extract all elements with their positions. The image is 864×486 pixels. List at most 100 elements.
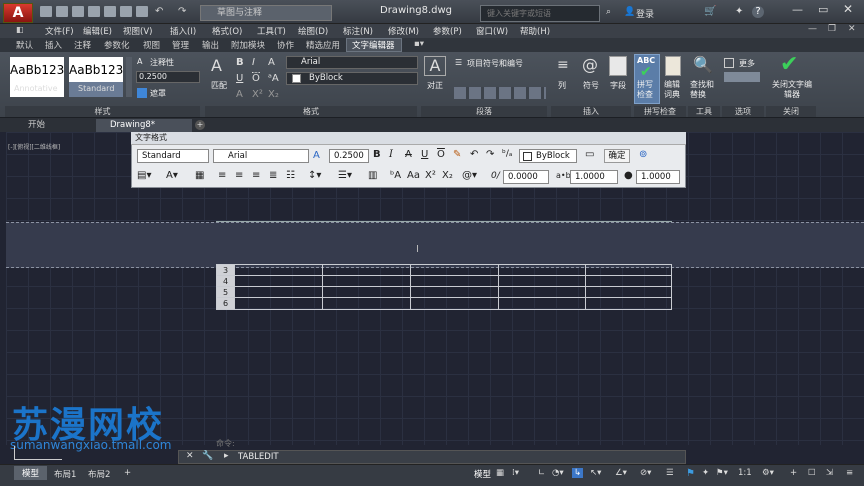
- tf-numbering-icon[interactable]: ☰▾: [338, 170, 352, 181]
- viewport-controls[interactable]: [-][俯视][二维线框]: [8, 142, 60, 151]
- tf-align-right-icon[interactable]: ≡: [252, 170, 260, 181]
- tf-subscript-icon[interactable]: X₂: [442, 170, 453, 181]
- tf-ok-button[interactable]: 确定: [604, 149, 630, 163]
- menu-view[interactable]: 视图(V): [123, 25, 152, 37]
- tf-stack-icon[interactable]: ᵇ/ₐ: [502, 149, 512, 159]
- edit-dictionary-icon[interactable]: [665, 56, 681, 76]
- annotative-button[interactable]: 注释性: [150, 57, 174, 68]
- menu-parametric[interactable]: 参数(P): [433, 25, 462, 37]
- plot-preview-icon[interactable]: [136, 6, 148, 17]
- tab-annotate[interactable]: 注释: [74, 39, 91, 51]
- color-select[interactable]: ByBlock: [286, 72, 418, 85]
- paragraph-align-buttons[interactable]: [454, 87, 546, 99]
- tab-output[interactable]: 输出: [202, 39, 219, 51]
- bullets-button[interactable]: 项目符号和编号: [467, 58, 523, 69]
- tf-ruler-icon[interactable]: ▭: [585, 149, 594, 160]
- save-icon[interactable]: [72, 6, 84, 17]
- lineweight-icon[interactable]: ⊘▾: [640, 468, 651, 478]
- tf-italic-icon[interactable]: I: [389, 149, 393, 160]
- tab-collaborate[interactable]: 协作: [277, 39, 294, 51]
- find-replace-icon[interactable]: 🔍: [693, 55, 713, 74]
- tab-extra-icon[interactable]: ▪▾: [414, 39, 424, 49]
- tab-manage[interactable]: 管理: [172, 39, 189, 51]
- tf-columns-icon[interactable]: ▤▾: [137, 170, 151, 181]
- tf-options-icon[interactable]: ⊚: [639, 149, 647, 160]
- overline-icon[interactable]: Ō: [252, 73, 260, 84]
- field-icon[interactable]: [609, 56, 627, 76]
- tf-overline-icon[interactable]: O: [437, 149, 445, 160]
- tf-justify-icon[interactable]: ≣: [269, 170, 277, 181]
- print-icon[interactable]: [104, 6, 116, 17]
- case-icon[interactable]: ᵃA: [268, 73, 279, 84]
- superscript-icon[interactable]: A: [236, 89, 243, 100]
- tf-lowercase-icon[interactable]: Aa: [407, 170, 420, 181]
- tab-view[interactable]: 视图: [143, 39, 160, 51]
- subscript-icon[interactable]: X²: [252, 89, 263, 100]
- tf-align-left-icon[interactable]: ≡: [218, 170, 226, 181]
- auto-scale-icon[interactable]: ✦: [702, 468, 709, 478]
- model-space-button[interactable]: 模型: [474, 468, 491, 480]
- workspace-switch-icon[interactable]: ⚙▾: [762, 468, 774, 478]
- help-icon[interactable]: ?: [752, 6, 764, 18]
- cmd-text[interactable]: TABLEDIT: [238, 452, 279, 462]
- tf-bold-icon[interactable]: B: [373, 149, 381, 160]
- menu-edit[interactable]: 编辑(E): [83, 25, 112, 37]
- italic-icon[interactable]: I: [252, 57, 255, 68]
- text-editing-band[interactable]: [6, 222, 864, 268]
- tf-tracking-input[interactable]: 1.0000: [570, 170, 618, 184]
- tab-insert[interactable]: 插入: [45, 39, 62, 51]
- style-scroll[interactable]: [126, 57, 132, 97]
- cart-icon[interactable]: 🛒: [704, 6, 716, 17]
- maximize-button[interactable]: ▭: [818, 3, 828, 16]
- tf-style-select[interactable]: Standard: [137, 149, 209, 163]
- osnap-icon[interactable]: ↳: [572, 468, 584, 478]
- more-checkbox[interactable]: [724, 58, 734, 68]
- font-select[interactable]: Arial: [286, 56, 418, 69]
- tf-underline-icon[interactable]: U: [421, 149, 428, 160]
- transparency-icon[interactable]: ☰: [666, 468, 674, 478]
- close-editor-icon[interactable]: ✔: [780, 52, 798, 77]
- cmd-settings-icon[interactable]: 🔧: [202, 451, 213, 461]
- annotation-scale-icon[interactable]: ⚑▾: [716, 468, 728, 478]
- grid-icon[interactable]: ▦: [496, 468, 504, 478]
- text-format-title[interactable]: 文字格式: [131, 132, 686, 145]
- polar-icon[interactable]: ◔▾: [552, 468, 564, 478]
- tab-default[interactable]: 默认: [16, 39, 33, 51]
- tf-distribute-icon[interactable]: ☷: [286, 170, 295, 181]
- new-tab-icon[interactable]: +: [195, 120, 205, 130]
- menu-tools[interactable]: 工具(T): [257, 25, 286, 37]
- menu-draw[interactable]: 绘图(D): [298, 25, 328, 37]
- tf-height-select[interactable]: 0.2500: [329, 149, 369, 163]
- fullscreen-icon[interactable]: ⇲: [826, 468, 833, 478]
- match-properties-icon[interactable]: A: [211, 56, 222, 75]
- layout-tab-1[interactable]: 布局1: [54, 468, 76, 480]
- annotation-visibility-icon[interactable]: ⚑: [686, 468, 695, 479]
- layout-tab-model[interactable]: 模型: [14, 466, 48, 480]
- justify-icon[interactable]: A: [424, 56, 446, 76]
- login-button[interactable]: 登录: [636, 7, 654, 20]
- doc-tab-start[interactable]: 开始: [14, 119, 59, 132]
- tf-align-center-icon[interactable]: ≡: [235, 170, 243, 181]
- tab-featured[interactable]: 精选应用: [306, 39, 340, 51]
- tab-parametric[interactable]: 参数化: [104, 39, 130, 51]
- symbol-icon[interactable]: @: [582, 55, 598, 74]
- tf-insert-field-icon[interactable]: ▥: [368, 170, 377, 181]
- annotation-scale-value[interactable]: 1:1: [738, 468, 752, 478]
- isolate-icon[interactable]: ☐: [808, 468, 816, 478]
- doc-tab-drawing8[interactable]: Drawing8*: [96, 119, 192, 132]
- app-menu-button[interactable]: A: [3, 3, 33, 23]
- new-icon[interactable]: [40, 6, 52, 17]
- strike-icon[interactable]: A: [268, 57, 275, 68]
- exchange-icon[interactable]: ✦: [735, 6, 743, 17]
- tf-strike-icon[interactable]: A: [405, 149, 412, 160]
- more-button[interactable]: 更多: [739, 58, 755, 69]
- bold-icon[interactable]: B: [236, 57, 244, 68]
- columns-icon[interactable]: ≡: [557, 57, 569, 73]
- mdi-close[interactable]: ✕: [848, 24, 856, 34]
- tf-font-icon[interactable]: ✎: [453, 149, 461, 160]
- tf-oblique-input[interactable]: 0.0000: [503, 170, 549, 184]
- ortho-icon[interactable]: ∟: [538, 468, 545, 478]
- customize-icon[interactable]: ≡: [846, 468, 853, 478]
- menu-window[interactable]: 窗口(W): [476, 25, 508, 37]
- tab-text-editor[interactable]: 文字编辑器: [352, 39, 395, 51]
